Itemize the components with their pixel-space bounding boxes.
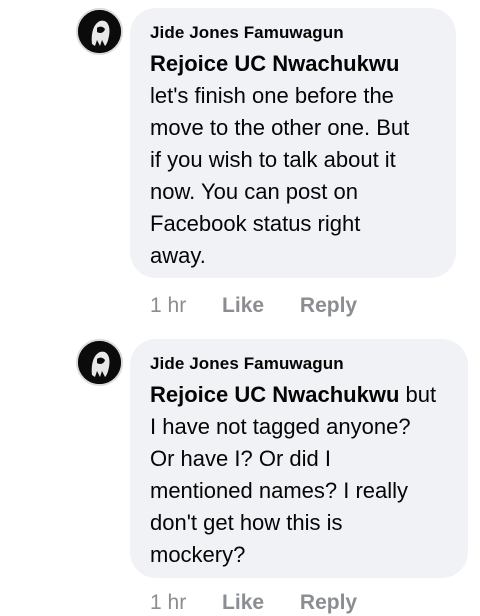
comment-line: but xyxy=(399,382,437,407)
comment-line: I have not tagged anyone? xyxy=(150,414,411,439)
comment-meta: 1 hr Like Reply xyxy=(150,590,357,616)
comment-line: if you wish to talk about it xyxy=(150,147,396,172)
comment-line: Or have I? Or did I xyxy=(150,446,331,471)
avatar[interactable] xyxy=(76,339,123,386)
like-button[interactable]: Like xyxy=(222,293,264,319)
mention-link[interactable]: Rejoice UC Nwachukwu xyxy=(150,382,399,407)
comment-text: Rejoice UC Nwachukwu but I have not tagg… xyxy=(150,379,448,571)
comment-text: Rejoice UC Nwachukwu let's finish one be… xyxy=(150,48,436,272)
comment-line: don't get how this is xyxy=(150,510,343,535)
comment-bubble: Jide Jones Famuwagun Rejoice UC Nwachukw… xyxy=(130,339,468,578)
mention-link[interactable]: Rejoice UC Nwachukwu xyxy=(150,51,399,76)
comment-line: move to the other one. But xyxy=(150,115,410,140)
reply-button[interactable]: Reply xyxy=(300,590,357,616)
comment-line: away. xyxy=(150,243,206,268)
comment-line: Facebook status right xyxy=(150,211,361,236)
comment-author[interactable]: Jide Jones Famuwagun xyxy=(150,353,448,375)
comment-line: mentioned names? I really xyxy=(150,478,409,503)
avatar[interactable] xyxy=(76,8,123,55)
timestamp[interactable]: 1 hr xyxy=(150,293,186,319)
comment-line: let's finish one before the xyxy=(150,83,394,108)
like-button[interactable]: Like xyxy=(222,590,264,616)
comment-author[interactable]: Jide Jones Famuwagun xyxy=(150,22,436,44)
comment-bubble: Jide Jones Famuwagun Rejoice UC Nwachukw… xyxy=(130,8,456,278)
comment-line: now. You can post on xyxy=(150,179,358,204)
comment-meta: 1 hr Like Reply xyxy=(150,293,357,319)
profile-photo-icon xyxy=(78,10,121,53)
reply-button[interactable]: Reply xyxy=(300,293,357,319)
timestamp[interactable]: 1 hr xyxy=(150,590,186,616)
profile-photo-icon xyxy=(78,341,121,384)
comment-line: mockery? xyxy=(150,542,246,567)
